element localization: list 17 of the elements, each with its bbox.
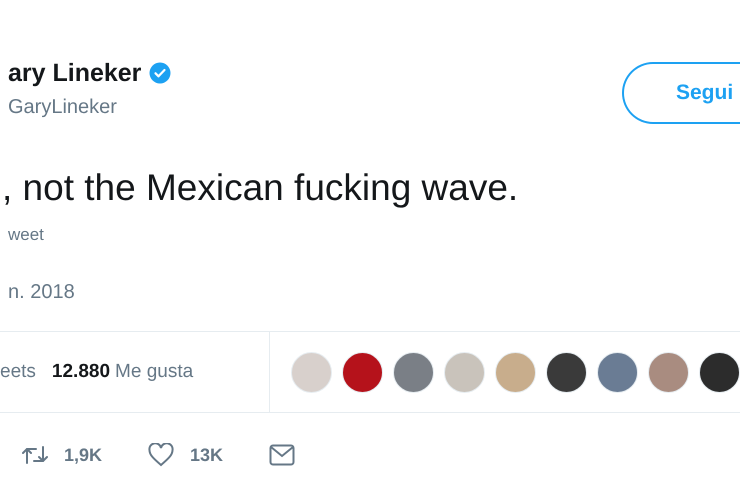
author-handle[interactable]: GaryLineker [8, 94, 172, 120]
heart-icon[interactable] [148, 443, 174, 467]
retweet-icon[interactable] [22, 444, 48, 466]
translate-link[interactable]: weet [0, 224, 44, 246]
avatar-photo-placeholder[interactable] [342, 352, 383, 392]
action-count: 1,9K [64, 444, 102, 466]
stat-label[interactable]: Me gusta [115, 358, 194, 386]
follow-button[interactable]: Segui [622, 62, 740, 124]
envelope-icon[interactable] [269, 444, 296, 466]
tweet-date: n. 2018 [7, 280, 75, 305]
avatar-photo-placeholder[interactable] [699, 352, 740, 392]
tweet-text: , not the Mexican fucking wave. [1, 166, 520, 210]
avatar-photo-placeholder[interactable] [546, 352, 587, 392]
author-name[interactable]: ary Lineker [8, 56, 142, 90]
action-count: 13K [190, 444, 224, 466]
stat-label[interactable]: eets [0, 358, 36, 386]
stat-count: 12.880 [52, 360, 110, 384]
